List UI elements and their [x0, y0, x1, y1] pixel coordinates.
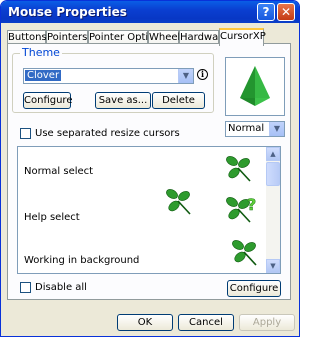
close-button[interactable]: ✕	[277, 3, 295, 21]
theme-configure-button[interactable]: Configure	[23, 92, 72, 109]
window-title: Mouse Properties	[8, 5, 127, 19]
list-scrollbar[interactable]: ▲ ▼	[266, 147, 280, 273]
theme-group-label: Theme	[20, 46, 62, 59]
save-as-button[interactable]: Save as...	[95, 92, 151, 109]
mouse-properties-window: Mouse Properties ? ✕ Buttons Pointers Po…	[0, 0, 300, 337]
clover-arrow-icon	[226, 156, 251, 182]
cancel-button[interactable]: Cancel	[178, 314, 234, 331]
cursor-configure-button[interactable]: Configure	[227, 280, 281, 297]
list-item[interactable]: Working in background	[24, 255, 139, 266]
help-button[interactable]: ?	[257, 3, 275, 21]
clover-help-icon: ?	[226, 195, 257, 223]
pyramid-cursor-icon	[240, 66, 270, 106]
info-icon[interactable]: i	[197, 69, 208, 80]
size-select-value: Normal	[228, 123, 265, 134]
tab-cursorxp[interactable]: CursorXP	[219, 28, 266, 46]
theme-select[interactable]: Clover ▼	[23, 68, 194, 84]
title-bar[interactable]: Mouse Properties ? ✕	[1, 1, 299, 23]
disable-all-label: Disable all	[35, 282, 87, 293]
delete-button[interactable]: Delete	[152, 92, 205, 109]
theme-select-value: Clover	[25, 70, 62, 81]
resize-cursors-checkbox[interactable]	[20, 128, 31, 139]
clover-leaf-icon	[166, 189, 191, 215]
scroll-thumb[interactable]	[266, 162, 280, 186]
list-item[interactable]: Normal select	[24, 166, 93, 177]
scroll-up-icon[interactable]: ▲	[266, 147, 280, 161]
apply-button[interactable]: Apply	[239, 314, 295, 331]
cursor-preview	[225, 57, 285, 116]
clover-working-icon	[232, 240, 257, 266]
resize-cursors-label: Use separated resize cursors	[35, 128, 180, 139]
svg-text:?: ?	[247, 195, 256, 214]
size-select[interactable]: Normal ▼	[225, 121, 285, 137]
scroll-down-icon[interactable]: ▼	[266, 259, 280, 273]
ok-button[interactable]: OK	[117, 314, 173, 331]
cursor-list[interactable]: Normal select Help select Working in bac…	[17, 146, 281, 274]
disable-all-checkbox[interactable]	[20, 282, 31, 293]
list-item[interactable]: Help select	[24, 212, 80, 223]
chevron-down-icon[interactable]: ▼	[269, 122, 284, 136]
chevron-down-icon[interactable]: ▼	[178, 69, 193, 83]
